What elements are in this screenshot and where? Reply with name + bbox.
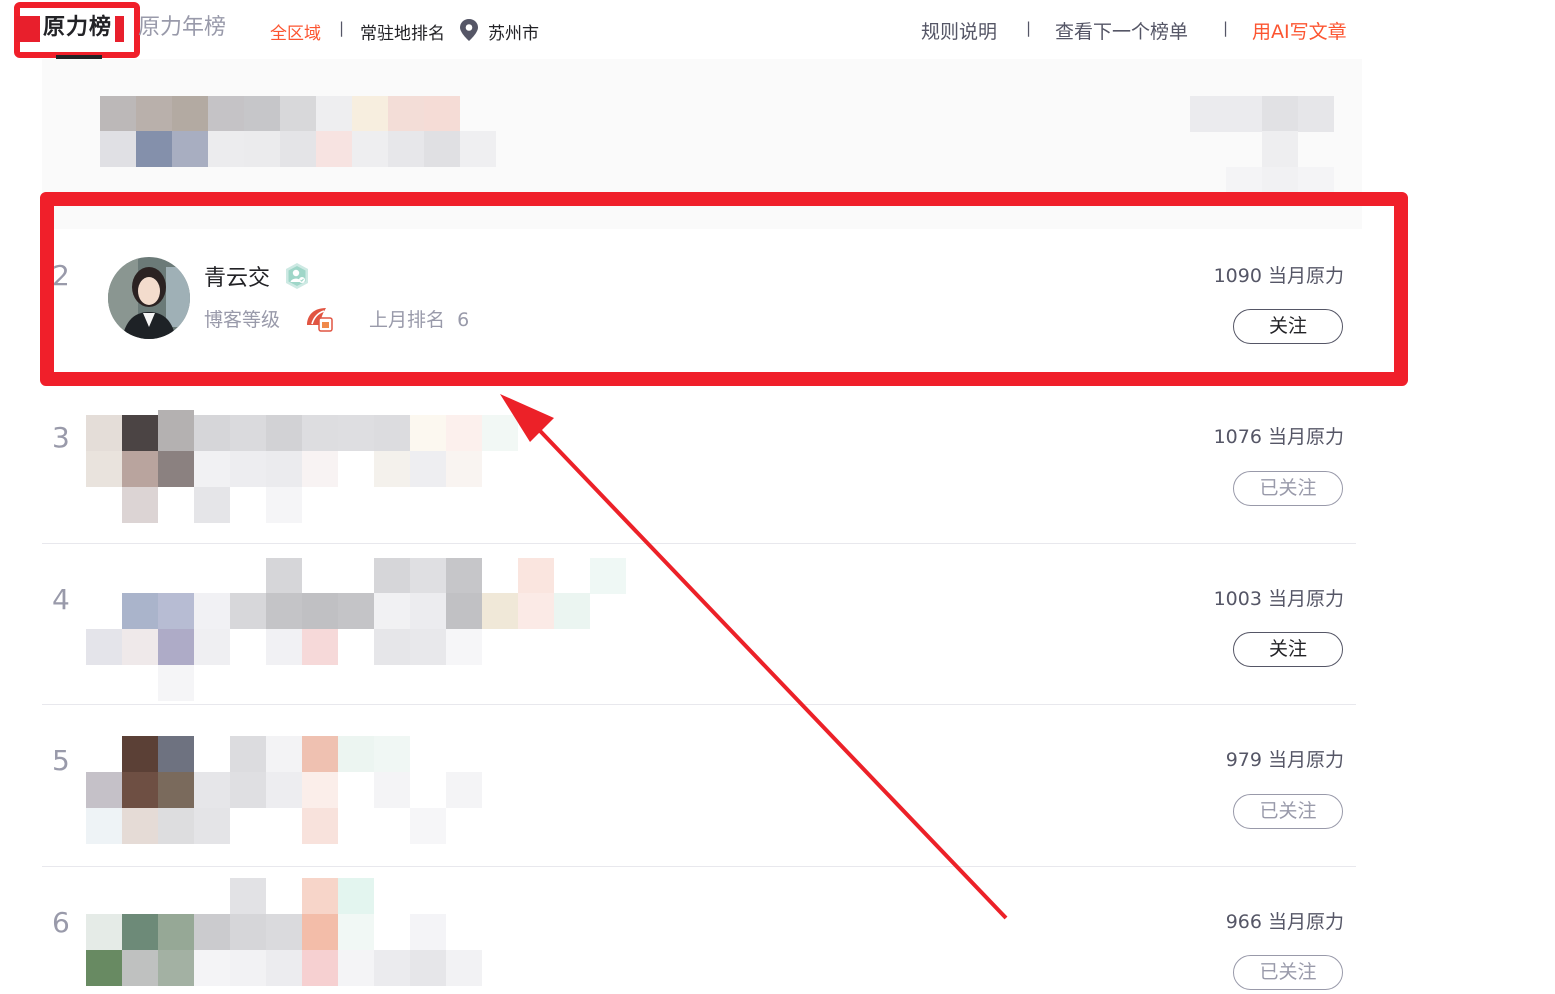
blog-level-icon — [307, 308, 333, 332]
monthly-force-score: 1003 当月原力 — [1213, 588, 1344, 610]
rules-link[interactable]: 规则说明 — [921, 17, 997, 44]
rank-number: 6 — [52, 906, 70, 939]
rank-number: 2 — [52, 259, 70, 292]
rank-number: 4 — [52, 583, 70, 616]
monthly-force-score: 1076 当月原力 — [1213, 426, 1344, 448]
monthly-force-score: 966 当月原力 — [1225, 911, 1344, 933]
city-label[interactable]: 苏州市 — [488, 19, 539, 44]
verified-user-icon — [286, 263, 308, 289]
next-list-link[interactable]: 查看下一个榜单 — [1055, 17, 1188, 44]
followed-button[interactable]: 已关注 — [1233, 471, 1343, 506]
row-divider — [42, 866, 1356, 867]
follow-button[interactable]: 关注 — [1233, 632, 1343, 667]
follow-button[interactable]: 关注 — [1233, 309, 1343, 344]
pixelated-user-info — [86, 410, 526, 525]
rank-number: 5 — [52, 744, 70, 777]
separator: | — [1223, 19, 1229, 37]
pixelated-row — [42, 59, 1362, 229]
separator: | — [1026, 19, 1032, 37]
region-all-link[interactable]: 全区域 — [270, 19, 321, 44]
pixelated-user-info — [86, 736, 496, 844]
region-label[interactable]: 常驻地排名 — [360, 19, 445, 44]
pixelated-user-info — [86, 558, 626, 701]
pixelated-user-info — [86, 878, 496, 988]
rank-number: 3 — [52, 421, 70, 454]
tab-force-ranking[interactable]: 原力榜 — [40, 14, 116, 42]
location-pin-icon — [460, 19, 478, 41]
followed-button[interactable]: 已关注 — [1233, 794, 1343, 829]
user-name[interactable]: 青云交 — [204, 260, 270, 292]
ai-write-link[interactable]: 用AI写文章 — [1252, 17, 1347, 44]
monthly-force-score: 979 当月原力 — [1225, 749, 1344, 771]
last-month-rank: 上月排名 6 — [369, 305, 469, 332]
blog-level-label: 博客等级 — [204, 309, 281, 331]
separator: | — [339, 19, 345, 37]
user-avatar[interactable] — [108, 257, 190, 339]
followed-button[interactable]: 已关注 — [1233, 955, 1343, 990]
row-divider — [42, 543, 1356, 544]
tab-year-ranking[interactable]: 原力年榜 — [138, 14, 226, 42]
last-month-rank-value: 6 — [457, 309, 470, 331]
last-month-rank-label: 上月排名 — [369, 309, 446, 331]
row-divider — [42, 704, 1356, 705]
monthly-force-score: 1090 当月原力 — [1213, 265, 1344, 287]
